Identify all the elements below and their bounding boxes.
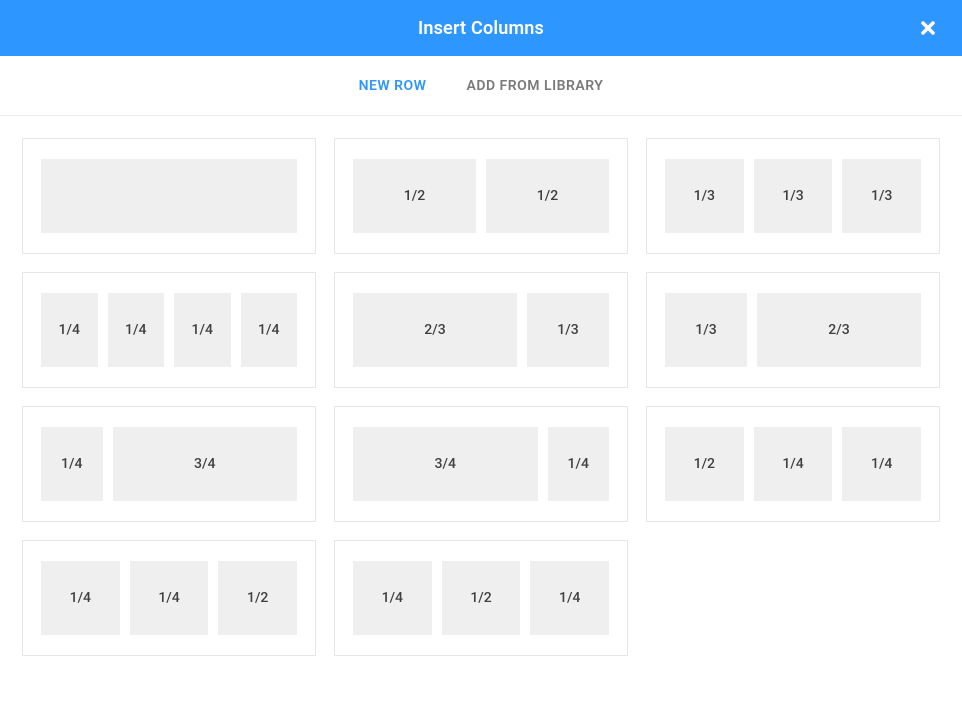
column-box: 1/4	[41, 427, 103, 501]
column-box: 1/3	[665, 293, 747, 367]
column-box: 1/4	[548, 427, 610, 501]
column-box: 1/4	[108, 293, 165, 367]
column-box	[41, 159, 297, 233]
column-box: 1/3	[527, 293, 609, 367]
column-box: 3/4	[353, 427, 538, 501]
column-box: 1/4	[353, 561, 432, 635]
tabs: NEW ROW ADD FROM LIBRARY	[0, 56, 962, 116]
layout-option-full[interactable]	[22, 138, 316, 254]
column-box: 1/4	[842, 427, 921, 501]
column-box: 1/4	[174, 293, 231, 367]
column-box: 1/2	[665, 427, 744, 501]
tab-add-from-library[interactable]: ADD FROM LIBRARY	[466, 78, 603, 94]
column-box: 1/4	[241, 293, 298, 367]
column-box: 3/4	[113, 427, 298, 501]
column-box: 1/3	[754, 159, 833, 233]
layout-option-3-4_1-4[interactable]: 3/41/4	[334, 406, 628, 522]
close-icon	[920, 20, 936, 36]
column-box: 1/4	[41, 293, 98, 367]
layout-option-1-4_1-2_1-4[interactable]: 1/41/21/4	[334, 540, 628, 656]
column-box: 2/3	[757, 293, 921, 367]
column-box: 1/4	[41, 561, 120, 635]
layout-option-1-4_3-4[interactable]: 1/43/4	[22, 406, 316, 522]
layout-option-1-4_1-4_1-2[interactable]: 1/41/41/2	[22, 540, 316, 656]
column-box: 1/4	[530, 561, 609, 635]
column-box: 1/2	[218, 561, 297, 635]
column-box: 1/4	[754, 427, 833, 501]
layout-option-half-half[interactable]: 1/21/2	[334, 138, 628, 254]
column-box: 1/2	[442, 561, 521, 635]
column-box: 1/2	[353, 159, 476, 233]
layout-option-1-2_1-4_1-4[interactable]: 1/21/41/4	[646, 406, 940, 522]
layout-grid: 1/21/21/31/31/31/41/41/41/42/31/31/32/31…	[0, 116, 962, 656]
modal-header: Insert Columns	[0, 0, 962, 56]
layout-option-2-3_1-3[interactable]: 2/31/3	[334, 272, 628, 388]
layout-option-1-3_2-3[interactable]: 1/32/3	[646, 272, 940, 388]
layout-option-quarters[interactable]: 1/41/41/41/4	[22, 272, 316, 388]
column-box: 1/2	[486, 159, 609, 233]
column-box: 1/4	[130, 561, 209, 635]
column-box: 1/3	[665, 159, 744, 233]
modal-title: Insert Columns	[418, 18, 544, 39]
column-box: 1/3	[842, 159, 921, 233]
layout-option-thirds[interactable]: 1/31/31/3	[646, 138, 940, 254]
insert-columns-modal: Insert Columns NEW ROW ADD FROM LIBRARY …	[0, 0, 962, 656]
close-button[interactable]	[918, 18, 938, 38]
column-box: 2/3	[353, 293, 517, 367]
tab-new-row[interactable]: NEW ROW	[359, 78, 427, 94]
